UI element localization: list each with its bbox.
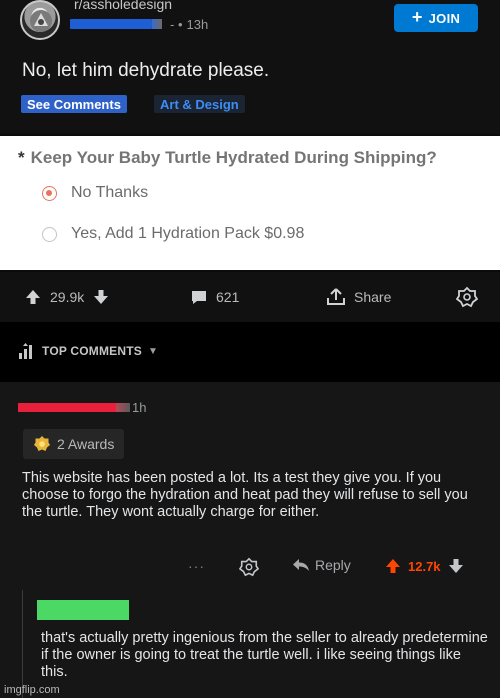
meta-separator: - • xyxy=(170,16,183,32)
comment-count: 621 xyxy=(216,289,240,305)
comment-vote-control: 12.7k xyxy=(384,557,465,575)
award-icon[interactable] xyxy=(238,557,260,580)
post-title[interactable]: No, let him dehydrate please. xyxy=(22,60,269,82)
share-button[interactable]: Share xyxy=(326,288,391,306)
radio-selected-icon xyxy=(42,185,57,201)
question-text: Keep Your Baby Turtle Hydrated During Sh… xyxy=(30,148,437,167)
reply-comment: that's actually pretty ingenious from th… xyxy=(22,590,500,698)
subreddit-name[interactable]: r/assholedesign xyxy=(74,0,172,12)
join-button[interactable]: + JOIN xyxy=(394,4,478,32)
option-label: Yes, Add 1 Hydration Pack $0.98 xyxy=(71,225,305,242)
sort-label: TOP COMMENTS xyxy=(42,344,142,358)
post-time: 13h xyxy=(186,16,209,32)
chevron-down-icon: ▼ xyxy=(147,345,159,357)
redacted-username xyxy=(37,600,129,620)
share-label: Share xyxy=(354,289,392,305)
more-options-icon[interactable]: ··· xyxy=(188,558,205,574)
post-action-bar: 29.9k 621 Share xyxy=(0,272,500,322)
comment-actions: ··· Reply 12.7k xyxy=(0,556,500,580)
redaction-edge xyxy=(116,403,130,412)
radio-empty-icon xyxy=(42,226,57,242)
option-label: No Thanks xyxy=(71,184,149,201)
upvote-arrow-icon[interactable] xyxy=(384,557,402,575)
image-question: * Keep Your Baby Turtle Hydrated During S… xyxy=(18,148,437,168)
sort-dropdown[interactable]: TOP COMMENTS ▼ xyxy=(18,343,158,359)
comment-body: This website has been posted a lot. Its … xyxy=(22,470,468,520)
flair-see-comments[interactable]: See Comments xyxy=(21,95,127,113)
plus-icon: + xyxy=(411,7,423,27)
post-header: r/assholedesign - • 13h + JOIN No, let h… xyxy=(0,0,500,134)
watermark: imgflip.com xyxy=(4,684,60,696)
required-asterisk: * xyxy=(18,148,25,167)
post-image[interactable]: * Keep Your Baby Turtle Hydrated During S… xyxy=(0,136,500,270)
gold-award-icon xyxy=(34,436,50,451)
vote-count: 29.9k xyxy=(50,289,85,305)
comments-button[interactable]: 621 xyxy=(190,288,239,306)
comment-time: 1h xyxy=(132,400,147,415)
share-icon xyxy=(327,288,345,305)
redacted-username xyxy=(70,19,152,29)
comment-meta: 1h xyxy=(18,400,146,415)
vote-control: 29.9k xyxy=(24,288,110,306)
subreddit-logo-icon xyxy=(30,10,52,32)
downvote-arrow-icon[interactable] xyxy=(447,557,465,575)
post-meta: - • 13h xyxy=(70,16,208,32)
option-hydration-pack: Yes, Add 1 Hydration Pack $0.98 xyxy=(42,225,304,243)
reply-label: Reply xyxy=(315,557,351,573)
redaction-edge xyxy=(152,19,162,29)
comment-bubble-icon xyxy=(192,291,206,304)
upvote-arrow-icon[interactable] xyxy=(24,288,42,306)
subreddit-avatar[interactable] xyxy=(20,0,60,40)
award-button[interactable] xyxy=(456,286,478,308)
award-icon xyxy=(456,286,478,308)
comment-score: 12.7k xyxy=(408,558,441,574)
redacted-username xyxy=(18,403,116,412)
join-label: JOIN xyxy=(428,10,461,26)
option-no-thanks: No Thanks xyxy=(42,184,148,202)
sort-bars-icon xyxy=(19,343,32,359)
awards-label: 2 Awards xyxy=(57,436,115,452)
comment-sort-bar: TOP COMMENTS ▼ xyxy=(0,322,500,382)
reply-button[interactable]: Reply xyxy=(292,557,351,573)
reply-body: that's actually pretty ingenious from th… xyxy=(41,630,488,680)
flair-art-design[interactable]: Art & Design xyxy=(154,95,245,113)
downvote-arrow-icon[interactable] xyxy=(92,288,110,306)
comment: 1h 2 Awards This website has been posted… xyxy=(0,382,500,698)
awards-badge[interactable]: 2 Awards xyxy=(23,429,125,459)
reply-arrow-icon xyxy=(293,559,309,571)
